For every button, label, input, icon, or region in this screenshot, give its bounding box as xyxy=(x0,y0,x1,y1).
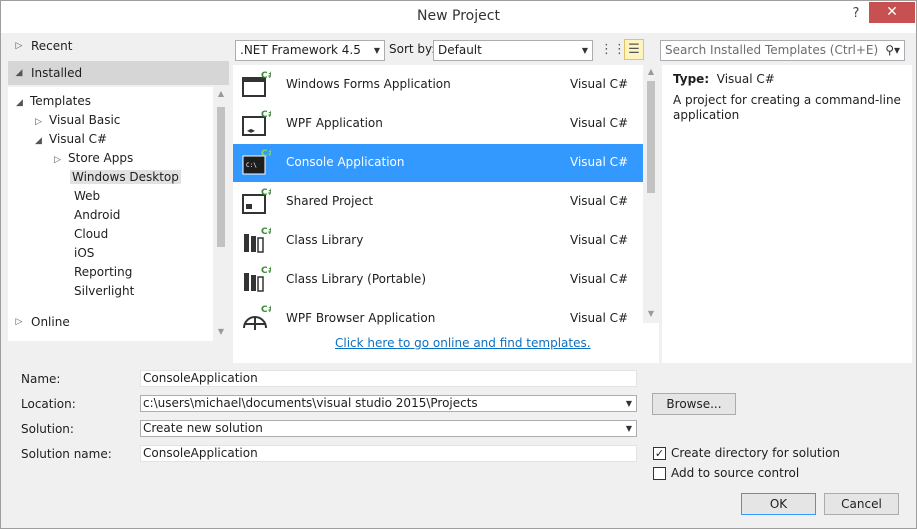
solution-select[interactable]: Create new solution ▼ xyxy=(140,420,637,437)
wpf-icon: ◂▸ C# xyxy=(242,110,271,136)
location-label: Location: xyxy=(21,397,76,411)
framework-select[interactable]: .NET Framework 4.5 ▼ xyxy=(235,40,385,61)
chevron-down-icon: ▼ xyxy=(581,46,588,55)
template-row[interactable]: C# Class Library (Portable) Visual C# xyxy=(233,261,643,299)
online-templates-link[interactable]: Click here to go online and find templat… xyxy=(335,336,591,350)
tree-item-reporting[interactable]: Reporting xyxy=(74,263,132,282)
tree-item-ios[interactable]: iOS xyxy=(74,244,94,263)
add-source-control-checkbox[interactable] xyxy=(653,467,666,480)
left-panel: ▷ Recent ◢ Installed ◢ Templates ▷ Visual … xyxy=(8,33,229,363)
template-type: Type: Visual C# xyxy=(673,72,775,86)
tree-item-android[interactable]: Android xyxy=(74,206,120,225)
template-list-scrollbar[interactable]: ▲ ▼ xyxy=(643,65,659,323)
add-source-control-label: Add to source control xyxy=(671,466,800,480)
recent-label: Recent xyxy=(31,39,73,53)
tree-item-visual-csharp[interactable]: ◢ Visual C# xyxy=(35,130,107,149)
template-row[interactable]: C:\ C# Console Application Visual C# xyxy=(233,144,643,182)
create-directory-label: Create directory for solution xyxy=(671,446,841,460)
template-row[interactable]: C# Windows Forms Application Visual C# xyxy=(233,66,643,104)
installed-label: Installed xyxy=(31,66,83,80)
expand-arrow-icon: ▷ xyxy=(15,41,23,51)
online-node[interactable]: ▷ Online xyxy=(8,311,229,333)
tree-item-cloud[interactable]: Cloud xyxy=(74,225,108,244)
sort-select[interactable]: Default ▼ xyxy=(433,40,593,61)
winforms-icon: C# xyxy=(242,71,271,97)
scroll-thumb[interactable] xyxy=(217,107,225,247)
close-button[interactable]: ✕ xyxy=(869,2,915,23)
class-library-icon: C# xyxy=(244,227,271,253)
svg-text:C#: C# xyxy=(261,227,271,237)
name-label: Name: xyxy=(21,372,61,386)
template-toolbar: .NET Framework 4.5 ▼ Sort by: Default ▼ … xyxy=(233,38,908,62)
scroll-up-icon[interactable]: ▲ xyxy=(213,89,229,98)
svg-text:C#: C# xyxy=(261,266,271,276)
svg-text:C#: C# xyxy=(261,110,271,120)
template-row[interactable]: C# WPF Browser Application Visual C# xyxy=(233,300,643,330)
ok-button[interactable]: OK xyxy=(741,493,816,515)
small-icons-view-icon[interactable]: ⋮⋮ xyxy=(600,40,626,61)
svg-text:◂▸: ◂▸ xyxy=(247,126,255,135)
tree-item-windows-desktop[interactable]: Windows Desktop xyxy=(70,168,181,187)
expand-arrow-icon: ▷ xyxy=(54,155,61,165)
browse-button[interactable]: Browse... xyxy=(652,393,736,415)
tree-item-store-apps[interactable]: ▷ Store Apps xyxy=(54,149,133,168)
template-tree: ◢ Templates ▷ Visual Basic ◢ Visual C# ▷ Sto… xyxy=(8,87,229,341)
search-templates-input[interactable]: Search Installed Templates (Ctrl+E) ⚲▾ xyxy=(660,40,905,61)
project-name-input[interactable]: ConsoleApplication xyxy=(140,370,637,387)
portable-library-icon: C# xyxy=(244,266,271,292)
title-bar: New Project ? ✕ xyxy=(1,1,916,33)
template-row[interactable]: ◂▸ C# WPF Application Visual C# xyxy=(233,105,643,143)
cancel-button[interactable]: Cancel xyxy=(824,493,899,515)
online-label: Online xyxy=(31,315,70,329)
scroll-down-icon[interactable]: ▼ xyxy=(643,309,659,318)
scroll-up-icon[interactable]: ▲ xyxy=(643,67,659,76)
sort-label: Sort by: xyxy=(389,42,436,56)
location-combo[interactable]: c:\users\michael\documents\visual studio… xyxy=(140,395,637,412)
svg-text:C#: C# xyxy=(261,71,271,81)
tree-item-silverlight[interactable]: Silverlight xyxy=(74,282,134,301)
template-row[interactable]: C# Shared Project Visual C# xyxy=(233,183,643,221)
solution-label: Solution: xyxy=(21,422,74,436)
solution-name-label: Solution name: xyxy=(21,447,112,461)
svg-text:C#: C# xyxy=(261,149,271,159)
new-project-dialog: New Project ? ✕ ▷ Recent ◢ Installed ◢ Te… xyxy=(0,0,917,529)
tree-item-visual-basic[interactable]: ▷ Visual Basic xyxy=(35,111,120,130)
recent-node[interactable]: ▷ Recent xyxy=(8,35,229,57)
installed-node[interactable]: ◢ Installed xyxy=(8,61,229,85)
wpf-browser-icon: C# xyxy=(243,305,271,330)
chevron-down-icon[interactable]: ▼ xyxy=(626,396,632,411)
scroll-thumb[interactable] xyxy=(647,81,655,193)
svg-text:C#: C# xyxy=(261,188,271,198)
list-view-icon[interactable]: ☰ xyxy=(624,39,644,60)
console-icon: C:\ C# xyxy=(242,149,271,175)
template-description-panel: Type: Visual C# A project for creating a… xyxy=(662,65,912,363)
create-directory-checkbox[interactable]: ✓ xyxy=(653,447,666,460)
template-description: A project for creating a command-line ap… xyxy=(673,93,901,122)
chevron-down-icon[interactable]: ▼ xyxy=(626,421,632,436)
search-icon[interactable]: ⚲▾ xyxy=(885,41,900,60)
expand-arrow-icon: ▷ xyxy=(15,317,23,327)
collapse-arrow-icon: ◢ xyxy=(35,136,42,146)
svg-text:C#: C# xyxy=(261,305,271,315)
template-row[interactable]: C# Class Library Visual C# xyxy=(233,222,643,260)
tree-item-templates[interactable]: ◢ Templates xyxy=(16,92,91,111)
help-button[interactable]: ? xyxy=(846,6,866,26)
tree-item-web[interactable]: Web xyxy=(74,187,100,206)
collapse-arrow-icon: ◢ xyxy=(16,98,23,108)
dialog-title: New Project xyxy=(417,8,500,24)
template-list: C# Windows Forms Application Visual C# ◂… xyxy=(233,65,659,363)
shared-project-icon: C# xyxy=(242,188,271,214)
tree-scrollbar[interactable]: ▲ ▼ xyxy=(213,87,229,341)
solution-name-input[interactable]: ConsoleApplication xyxy=(140,445,637,462)
chevron-down-icon: ▼ xyxy=(373,46,380,55)
collapse-arrow-icon: ◢ xyxy=(15,68,23,78)
svg-text:C:\: C:\ xyxy=(246,162,257,169)
